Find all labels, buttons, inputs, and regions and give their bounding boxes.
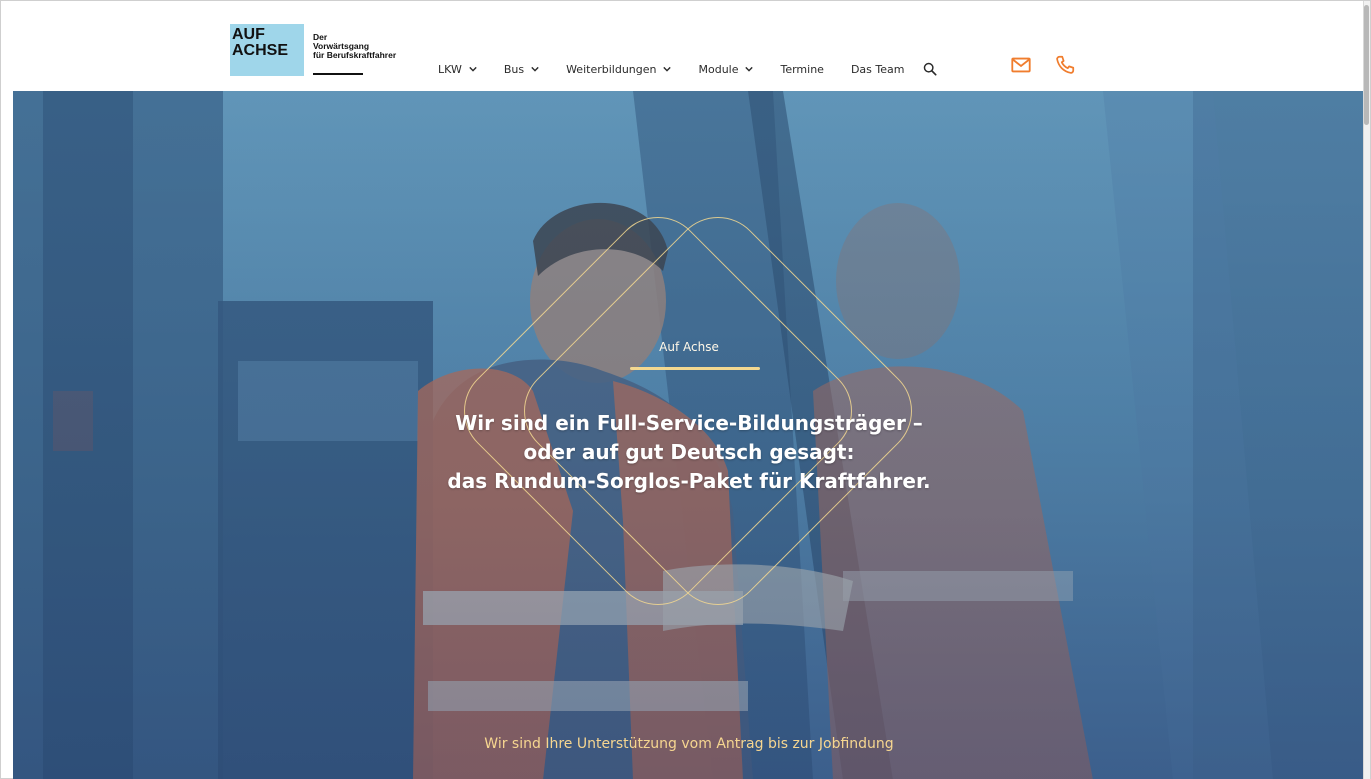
nav-item-weiterbildungen[interactable]: Weiterbildungen — [566, 62, 672, 76]
hero-section: Auf Achse Wir sind ein Full-Service-Bild… — [13, 91, 1365, 779]
mail-icon[interactable] — [1010, 54, 1032, 76]
hero-title-line-2: oder auf gut Deutsch gesagt: — [523, 440, 855, 464]
logo[interactable]: AUF ACHSE Der Vorwärtsgang für Berufskra… — [230, 24, 410, 76]
nav-item-bus[interactable]: Bus — [504, 63, 539, 76]
nav-item-das-team[interactable]: Das Team — [851, 63, 905, 76]
hero-title: Wir sind ein Full-Service-Bildungsträger… — [13, 409, 1365, 496]
search-icon[interactable] — [923, 62, 937, 76]
hero-eyebrow-underline — [630, 367, 760, 370]
logo-tagline: Der Vorwärtsgang für Berufskraftfahrer — [313, 33, 413, 60]
nav-item-termine[interactable]: Termine — [780, 63, 823, 76]
hero-eyebrow: Auf Achse — [659, 340, 719, 354]
logo-tagline-3: für Berufskraftfahrer — [313, 50, 397, 60]
hero-subtitle: Wir sind Ihre Unterstützung vom Antrag b… — [484, 736, 894, 752]
scrollbar-thumb[interactable] — [1364, 5, 1369, 125]
nav-item-label: Module — [698, 62, 739, 76]
logo-underline — [313, 73, 363, 75]
contact-icons — [1010, 54, 1076, 76]
logo-line-1: AUF — [232, 26, 265, 43]
nav-item-label: Bus — [503, 62, 525, 76]
chevron-down-icon — [531, 66, 539, 72]
nav-item-module[interactable]: Module — [698, 62, 754, 76]
chevron-down-icon — [745, 66, 754, 72]
chevron-down-icon — [663, 66, 672, 72]
logo-wordmark: AUF ACHSE — [232, 27, 288, 59]
site-header: AUF ACHSE Der Vorwärtsgang für Berufskra… — [13, 1, 1363, 91]
logo-line-2: ACHSE — [232, 42, 289, 59]
browser-frame: AUF ACHSE Der Vorwärtsgang für Berufskra… — [0, 0, 1371, 779]
phone-icon[interactable] — [1054, 54, 1076, 76]
nav-item-lkw[interactable]: LKW — [438, 63, 477, 76]
nav-item-label: Termine — [780, 62, 824, 76]
nav-item-label: Das Team — [850, 62, 905, 76]
hero-title-line-3: das Rundum-Sorglos-Paket für Kraftfahrer… — [447, 469, 931, 493]
nav-item-label: LKW — [438, 62, 462, 76]
chevron-down-icon — [469, 66, 477, 72]
nav-item-label: Weiterbildungen — [566, 62, 657, 76]
scrollbar[interactable] — [1363, 1, 1370, 779]
main-nav: LKW Bus Weiterbildungen Module Termine D… — [438, 61, 937, 77]
hero-title-line-1: Wir sind ein Full-Service-Bildungsträger… — [455, 411, 923, 435]
